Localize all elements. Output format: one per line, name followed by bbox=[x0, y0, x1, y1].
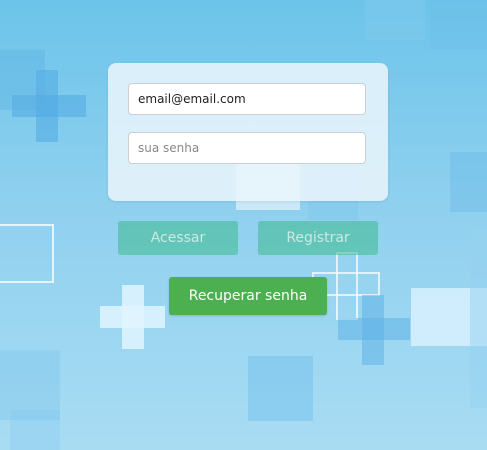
email-field[interactable] bbox=[128, 83, 366, 115]
login-button[interactable]: Acessar bbox=[118, 221, 238, 255]
decor-square bbox=[450, 152, 487, 212]
decor-square bbox=[470, 228, 487, 408]
decor-square bbox=[248, 356, 313, 421]
recover-password-button[interactable]: Recuperar senha bbox=[169, 277, 327, 315]
decor-square bbox=[10, 410, 60, 450]
login-card bbox=[108, 63, 388, 201]
decor-square-outline bbox=[0, 224, 54, 283]
register-button[interactable]: Registrar bbox=[258, 221, 378, 255]
decor-cross-shape bbox=[100, 306, 165, 328]
decor-square bbox=[430, 0, 487, 50]
decor-square bbox=[365, 0, 425, 40]
decor-square bbox=[0, 50, 45, 110]
password-field[interactable] bbox=[128, 132, 366, 164]
decor-cross-shape bbox=[338, 318, 410, 340]
